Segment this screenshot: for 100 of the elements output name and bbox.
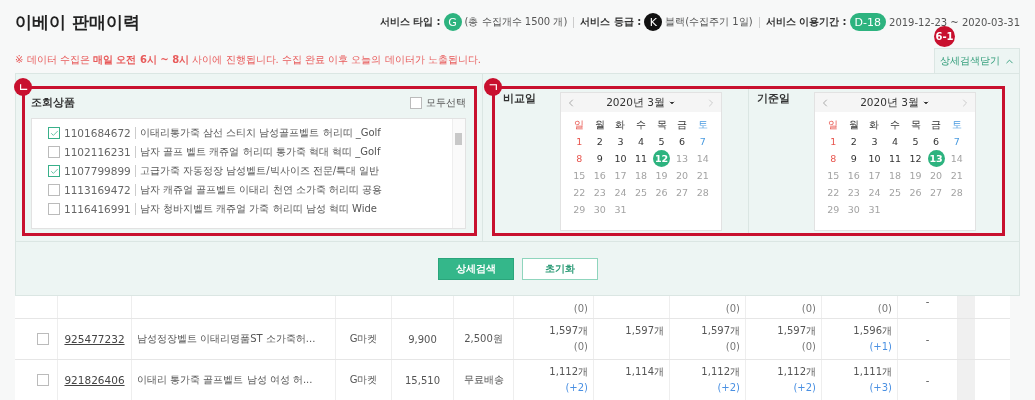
table-cell: - (925, 296, 930, 307)
calendar-day[interactable]: 2 (591, 133, 609, 150)
calendar-day: 18 (632, 167, 650, 184)
calendar-day[interactable]: 2 (845, 133, 863, 150)
calendar-day: 16 (591, 167, 609, 184)
product-name: 남자 청바지벨트 캐쥬얼 가죽 허리띠 남성 혁띠 Wide (139, 202, 377, 216)
checkbox[interactable] (48, 146, 60, 158)
stock-change: (0) (801, 303, 816, 314)
weekday-label: 목 (655, 117, 668, 132)
product-name: 남성정장벨트 이태리명품ST 소가죽허... (137, 332, 316, 346)
weekday-label: 수 (889, 117, 901, 132)
calendar-day[interactable]: 4 (632, 133, 650, 150)
product-id: 1102116231 (64, 146, 136, 158)
calendar-day[interactable]: 10 (611, 150, 629, 167)
month-selector[interactable]: 2020년 3월 (860, 95, 930, 110)
checkbox[interactable] (48, 165, 60, 177)
calendar-day: 23 (591, 184, 609, 201)
calendar-day: 18 (886, 167, 904, 184)
product-name: 남자 캐쥬얼 골프벨트 이태리 천연 소가죽 허리띠 공용 (139, 183, 383, 197)
product-id-link[interactable]: 921826406 (64, 374, 125, 386)
stock-count: 1,111개 (853, 365, 892, 379)
calendar-day: 21 (694, 167, 712, 184)
weekday-label: 일 (573, 117, 586, 132)
product-id: 1101684672 (64, 127, 136, 139)
reset-button[interactable]: 초기화 (521, 257, 598, 280)
weekday-label: 화 (614, 117, 627, 132)
scrollbar[interactable] (452, 119, 465, 228)
info-value: (총 수집개수 1500 개) (464, 15, 568, 29)
stock-count: 1,596개 (853, 324, 892, 338)
calendar-day[interactable]: 1 (570, 133, 588, 150)
product-id-link[interactable]: 925477232 (64, 333, 125, 345)
calendar-day: 31 (865, 201, 883, 218)
calendar-day: 30 (591, 201, 609, 218)
select-all-checkbox[interactable]: 모두선택 (410, 96, 466, 110)
calendar-day: 13 (673, 150, 691, 167)
stock-change: (+3) (869, 382, 892, 393)
calendar-day: 30 (845, 201, 863, 218)
checkbox[interactable] (48, 184, 60, 196)
calendar-day[interactable]: 11 (632, 150, 650, 167)
stock-change: (0) (877, 303, 892, 314)
info-label: 서비스 이용기간 : (765, 15, 847, 29)
calendar-day[interactable]: 5 (653, 133, 671, 150)
calendar-day[interactable]: 8 (570, 150, 588, 167)
weekday-label: 화 (868, 117, 881, 132)
weekday-label: 수 (635, 117, 647, 132)
stock-change: (+1) (869, 341, 892, 352)
weekday-label: 토 (696, 117, 709, 132)
calendar-day: 20 (927, 167, 945, 184)
calendar-day[interactable]: 10 (865, 150, 883, 167)
product-name: 이태리통가죽 삼선 스티치 남성골프벨트 허리띠 _Golf (139, 126, 381, 140)
product-id: 1113169472 (64, 184, 136, 196)
calendar-day[interactable]: 4 (886, 133, 904, 150)
info-label: 서비스 등급 : (580, 15, 642, 29)
calendar-day: 27 (927, 184, 945, 201)
calendar-day: 19 (907, 167, 925, 184)
stock-change: (0) (725, 341, 740, 352)
calendar-day: 29 (570, 201, 588, 218)
calendar-day[interactable]: 1 (824, 133, 842, 150)
table-cell: - (925, 374, 930, 386)
calendar-day[interactable]: 6 (927, 133, 945, 150)
calendar-day[interactable]: 12 (907, 150, 925, 167)
stock-count: 1,597개 (701, 324, 740, 338)
calendar-day[interactable]: 11 (886, 150, 904, 167)
stock-change: (0) (573, 341, 588, 352)
calendar-day[interactable]: 3 (865, 133, 883, 150)
calendar-day[interactable]: 9 (591, 150, 609, 167)
calendar-day[interactable]: 5 (907, 133, 925, 150)
table-cell: - (925, 333, 930, 345)
calendar-day: 22 (570, 184, 588, 201)
checkbox[interactable] (48, 203, 60, 215)
calendar-day[interactable]: 3 (611, 133, 629, 150)
calendar-day: 15 (824, 167, 842, 184)
calendar-day: 29 (824, 201, 842, 218)
price: 9,900 (408, 333, 437, 345)
shipping-fee: 2,500원 (464, 332, 503, 346)
shipping-fee: 무료배송 (463, 373, 504, 387)
price: 15,510 (405, 374, 440, 386)
calendar-day[interactable]: 6 (673, 133, 691, 150)
check-icon (49, 166, 59, 176)
stock-count: 1,597개 (777, 324, 816, 338)
calendar-day: 20 (673, 167, 691, 184)
calendar-day: 28 (948, 184, 966, 201)
service-badge: K (644, 13, 663, 31)
calendar-day[interactable]: 9 (845, 150, 863, 167)
calendar-day: 14 (948, 150, 966, 167)
weekday-label: 금 (676, 117, 689, 132)
info-value: 블랙(수집주기 1일) (665, 15, 753, 29)
info-label: 서비스 타입 : (379, 15, 441, 29)
calendar-day[interactable]: 8 (824, 150, 842, 167)
stock-change: (0) (801, 341, 816, 352)
stock-count: 1,114개 (625, 365, 664, 379)
weekday-label: 월 (593, 117, 606, 132)
checkbox[interactable] (36, 374, 49, 386)
month-selector[interactable]: 2020년 3월 (606, 95, 676, 110)
checkbox[interactable] (48, 127, 60, 139)
weekday-label: 일 (827, 117, 840, 132)
stock-change: (0) (725, 303, 740, 314)
notice-text: ※ 데이터 수집은 매일 오전 6시 ~ 8시 사이에 진행됩니다. 수집 완료 이후 오늘의 데이터가 노출됩니다. (15, 53, 481, 67)
checkbox[interactable] (36, 333, 49, 345)
stock-change: (+2) (565, 382, 588, 393)
